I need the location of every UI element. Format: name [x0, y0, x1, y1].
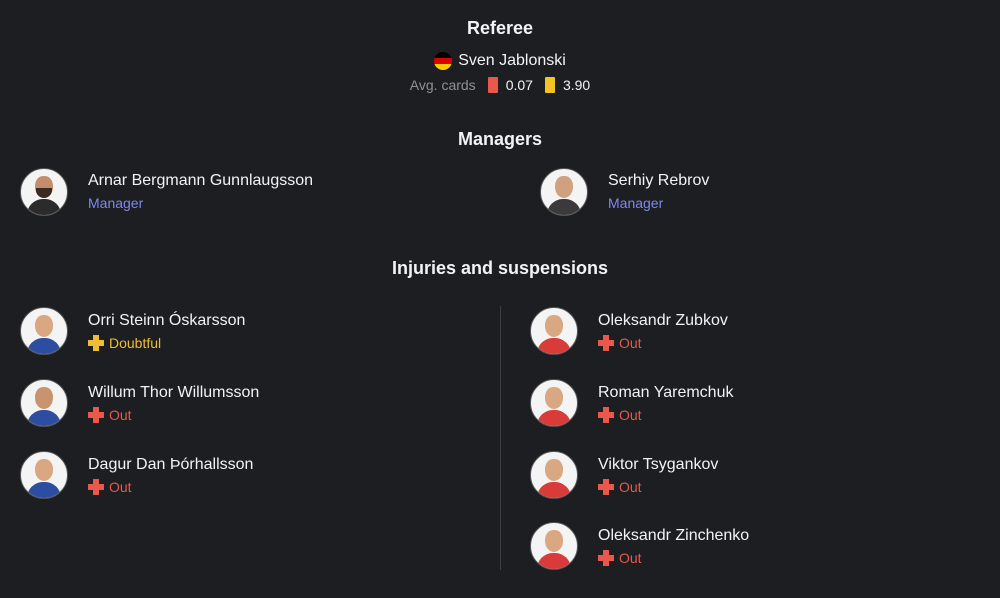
injured-player-away[interactable]: Viktor Tsygankov Out: [530, 451, 718, 499]
out-cross-icon: [88, 478, 104, 495]
injured-player-home[interactable]: Orri Steinn Óskarsson Doubtful: [20, 307, 245, 355]
player-avatar: [20, 307, 68, 355]
manager-name: Serhiy Rebrov: [608, 172, 710, 189]
out-cross-icon: [598, 549, 614, 566]
out-cross-icon: [598, 406, 614, 423]
manager-role: Manager: [608, 195, 664, 211]
player-name: Roman Yaremchuk: [598, 383, 734, 401]
referee-name[interactable]: Sven Jablonski: [458, 52, 566, 70]
manager-name: Arnar Bergmann Gunnlaugsson: [88, 172, 314, 189]
player-name: Oleksandr Zinchenko: [598, 526, 750, 544]
out-cross-icon: [598, 334, 614, 351]
player-avatar: [530, 307, 578, 355]
referee-title: Referee: [466, 18, 534, 38]
player-status-label: Out: [619, 334, 642, 351]
manager-avatar: [540, 168, 588, 216]
player-name: Oleksandr Zubkov: [598, 311, 728, 329]
player-status-label: Out: [619, 478, 642, 495]
player-avatar: [530, 451, 578, 499]
germany-flag-icon: [434, 52, 453, 70]
player-status: Out: [598, 334, 728, 352]
red-card-icon: [487, 77, 498, 93]
yellow-card-avg: 3.90: [562, 77, 591, 93]
manager-away[interactable]: Serhiy Rebrov Manager: [540, 168, 709, 216]
player-status: Out: [598, 478, 718, 496]
injured-player-home[interactable]: Dagur Dan Þórhallsson Out: [20, 451, 253, 499]
player-status-label: Out: [109, 406, 132, 423]
player-name: Viktor Tsygankov: [598, 455, 719, 473]
player-name: Willum Thor Willumsson: [88, 383, 260, 401]
player-status: Out: [88, 478, 253, 496]
player-avatar: [20, 379, 68, 427]
player-status: Out: [598, 406, 733, 424]
player-status-label: Out: [619, 406, 642, 423]
manager-home[interactable]: Arnar Bergmann Gunnlaugsson Manager: [20, 168, 313, 216]
player-avatar: [530, 379, 578, 427]
referee-avg-cards: Avg. cards 0.07 3.90: [0, 77, 1000, 93]
match-info-page: Referee Sven Jablonski Avg. cards 0.07 3…: [0, 0, 1000, 598]
avg-cards-label: Avg. cards: [409, 77, 476, 93]
managers-title: Managers: [457, 129, 543, 149]
manager-role: Manager: [88, 195, 144, 211]
injured-player-home[interactable]: Willum Thor Willumsson Out: [20, 379, 259, 427]
player-status-label: Out: [109, 478, 132, 495]
player-status: Out: [598, 549, 749, 567]
player-status-label: Out: [619, 549, 642, 566]
player-name: Dagur Dan Þórhallsson: [88, 455, 254, 473]
doubtful-cross-icon: [88, 334, 104, 351]
red-card-avg: 0.07: [505, 77, 533, 93]
player-avatar: [530, 522, 578, 570]
yellow-card-icon: [544, 77, 555, 93]
referee-name-row: Sven Jablonski: [0, 52, 1000, 70]
player-status: Out: [88, 406, 259, 424]
player-status: Doubtful: [88, 334, 245, 352]
injured-player-away[interactable]: Oleksandr Zubkov Out: [530, 307, 728, 355]
player-status-label: Doubtful: [109, 334, 162, 351]
out-cross-icon: [598, 478, 614, 495]
injured-player-away[interactable]: Oleksandr Zinchenko Out: [530, 522, 749, 570]
player-name: Orri Steinn Óskarsson: [88, 311, 246, 329]
manager-avatar: [20, 168, 68, 216]
team-divider: [500, 306, 501, 570]
out-cross-icon: [88, 406, 104, 423]
injured-player-away[interactable]: Roman Yaremchuk Out: [530, 379, 733, 427]
injuries-title: Injuries and suspensions: [391, 258, 609, 278]
player-avatar: [20, 451, 68, 499]
